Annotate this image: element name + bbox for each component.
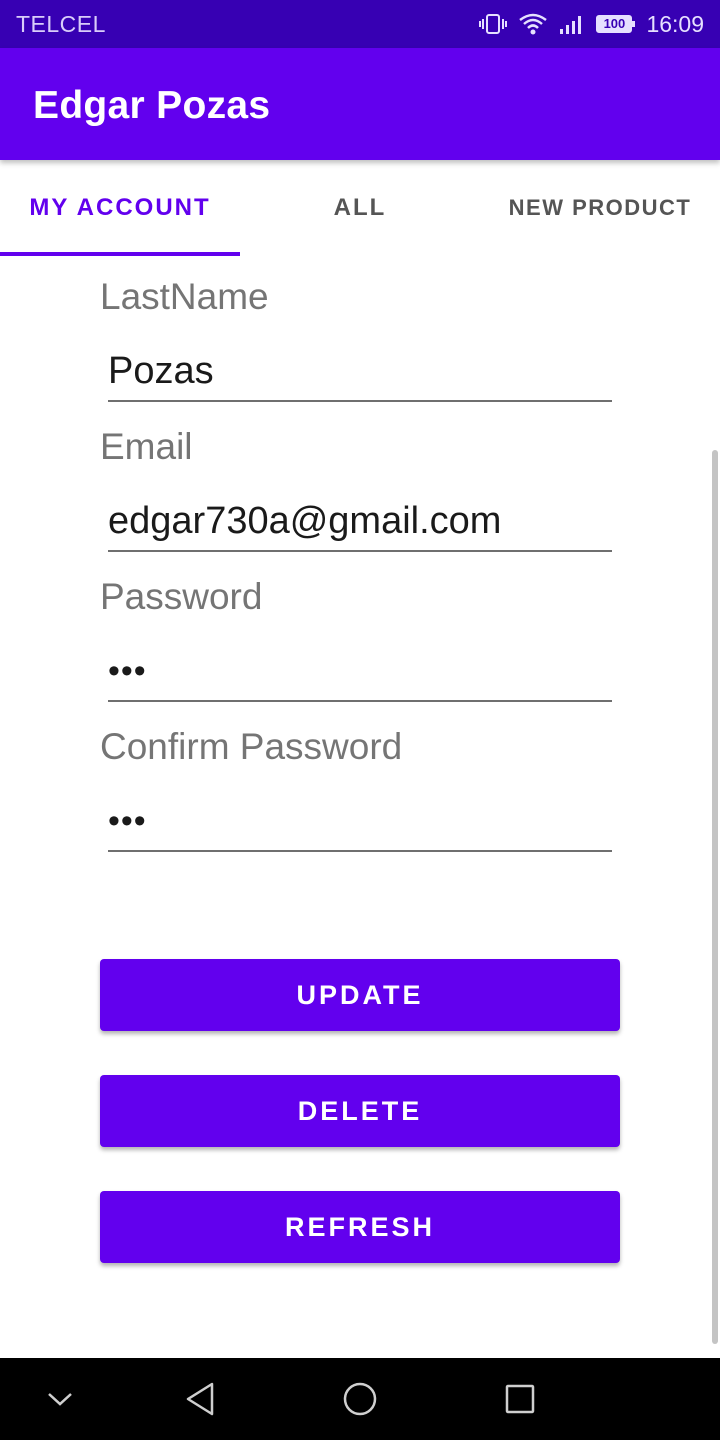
tab-new-product[interactable]: NEW PRODUCT <box>480 160 720 256</box>
wifi-icon <box>518 12 548 36</box>
lastname-label: LastName <box>100 276 269 317</box>
account-form: LastName Email Password Confirm Password… <box>0 256 720 1358</box>
password-field[interactable] <box>108 642 612 702</box>
vibrate-icon <box>478 12 508 36</box>
battery-icon: 100 <box>596 15 636 33</box>
lastname-field[interactable] <box>108 342 612 402</box>
password-label: Password <box>100 576 263 617</box>
tab-bar: MY ACCOUNT ALL NEW PRODUCT <box>0 160 720 256</box>
email-label: Email <box>100 426 193 467</box>
page-title: Edgar Pozas <box>33 84 271 127</box>
chevron-down-icon[interactable] <box>35 1374 85 1424</box>
delete-button[interactable]: DELETE <box>100 1075 620 1147</box>
tab-all[interactable]: ALL <box>240 160 480 256</box>
signal-icon <box>558 12 586 36</box>
tab-my-account[interactable]: MY ACCOUNT <box>0 160 240 256</box>
app-bar: Edgar Pozas <box>0 48 720 160</box>
recents-icon[interactable] <box>495 1374 545 1424</box>
confirm-password-label: Confirm Password <box>100 726 403 767</box>
navigation-bar <box>0 1358 720 1440</box>
status-icons: 100 16:09 <box>478 8 704 40</box>
carrier-name: TELCEL <box>16 11 106 37</box>
status-bar: TELCEL 100 16:09 <box>0 0 720 48</box>
update-button[interactable]: UPDATE <box>100 959 620 1031</box>
scrollbar[interactable] <box>712 450 718 1344</box>
home-icon[interactable] <box>335 1374 385 1424</box>
confirm-password-field[interactable] <box>108 792 612 852</box>
email-field[interactable] <box>108 492 612 552</box>
refresh-button[interactable]: REFRESH <box>100 1191 620 1263</box>
back-icon[interactable] <box>175 1374 225 1424</box>
clock: 16:09 <box>646 10 704 37</box>
